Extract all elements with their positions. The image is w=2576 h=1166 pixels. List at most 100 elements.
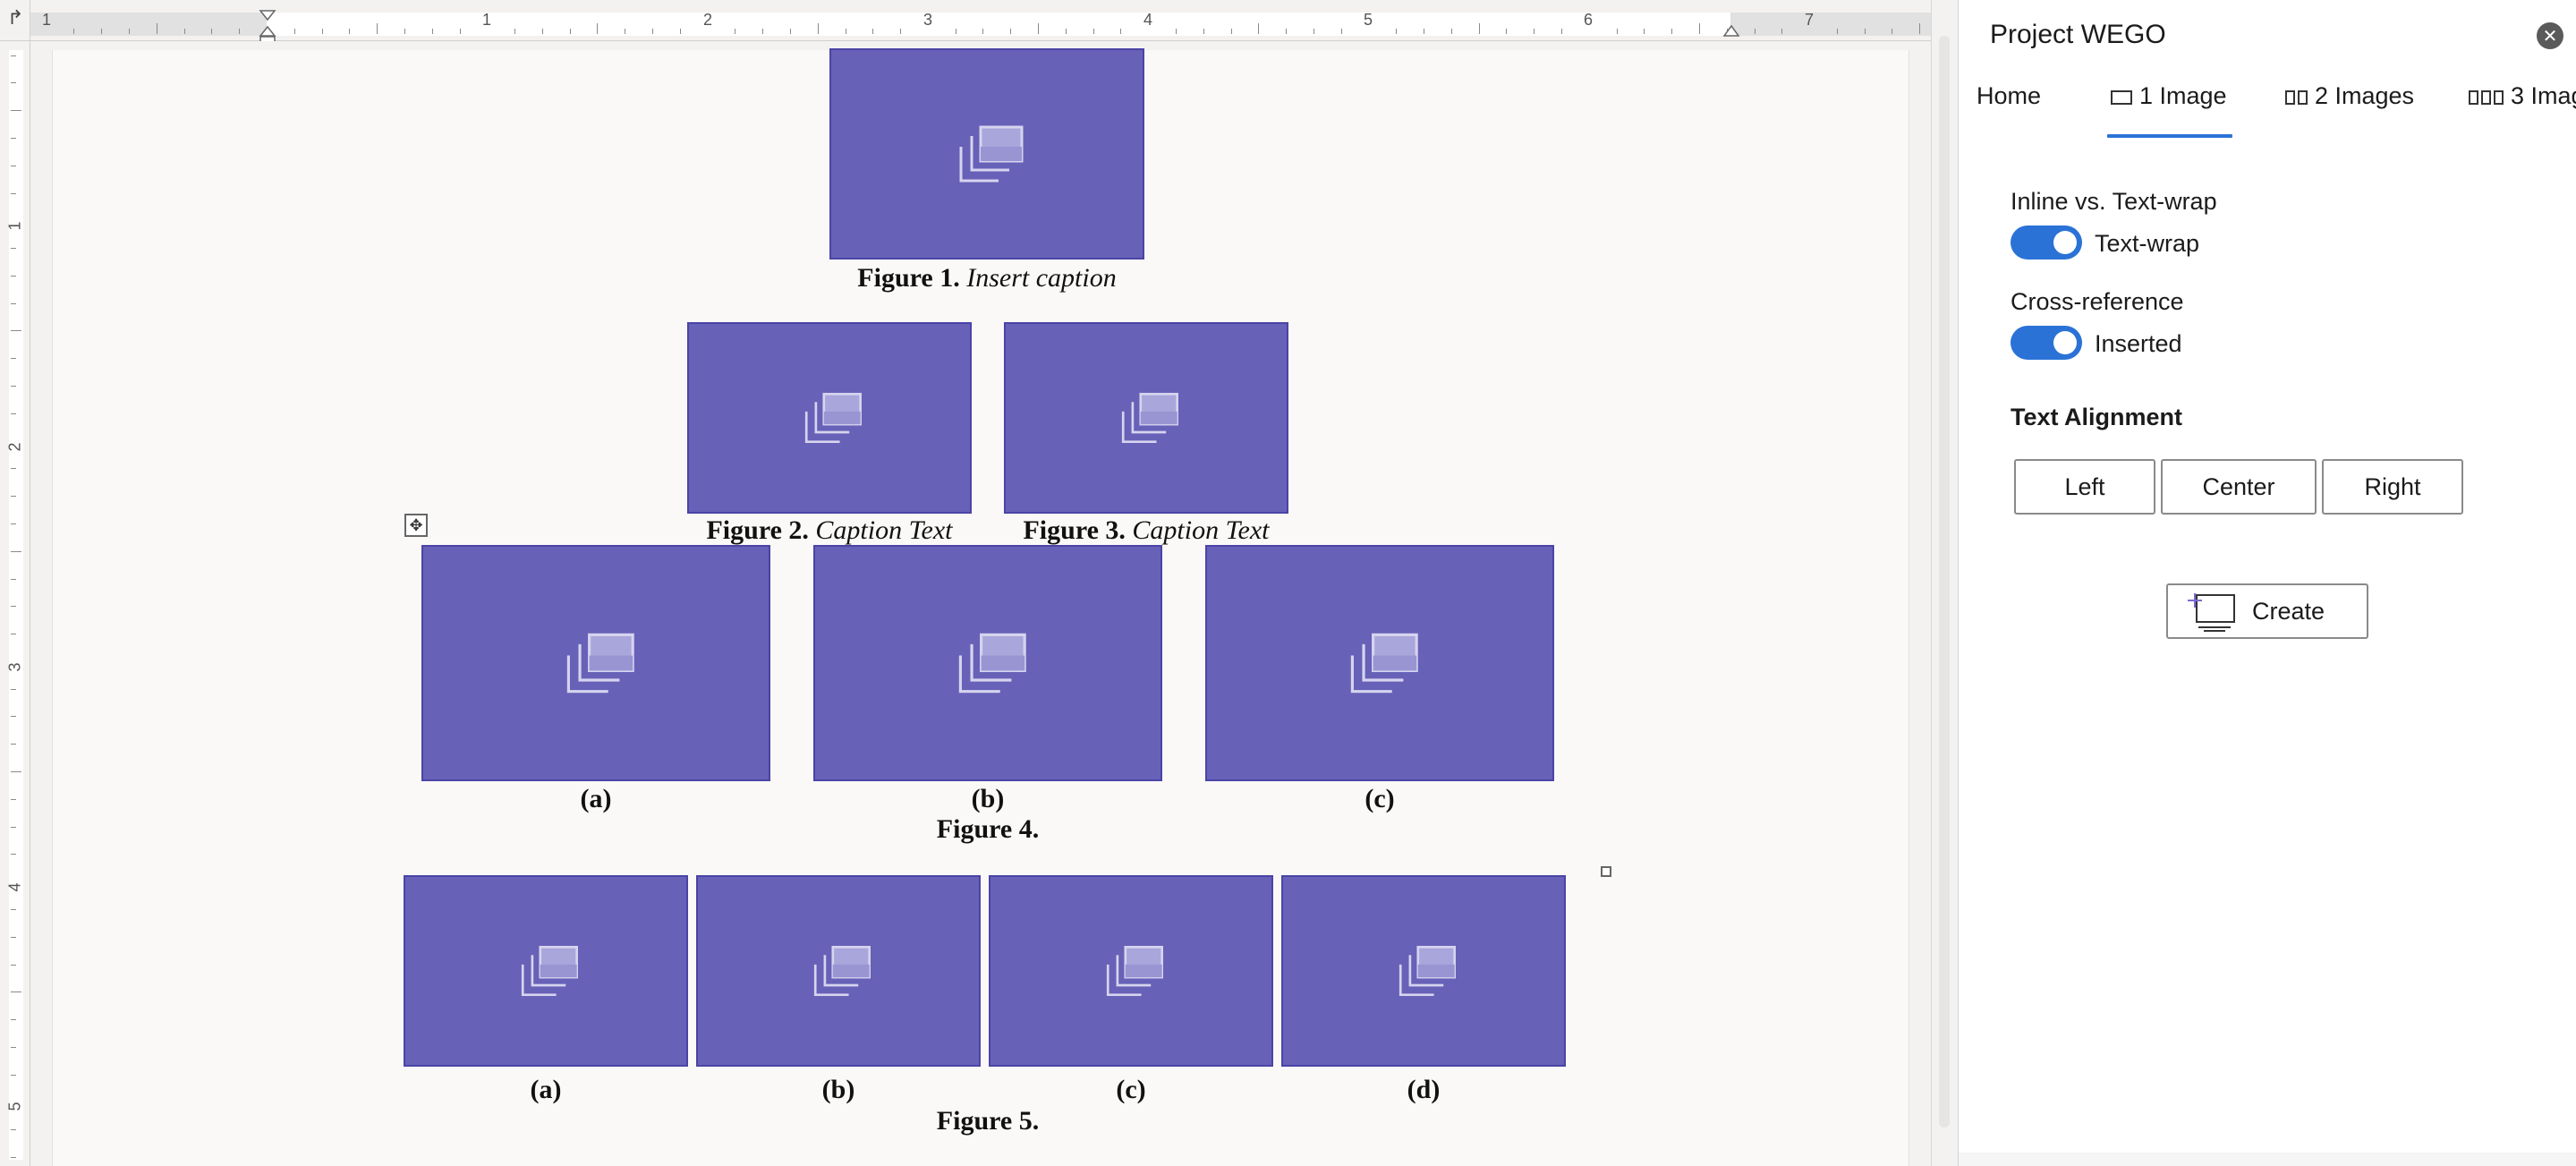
figure-1-image[interactable] <box>829 48 1144 260</box>
ruler-tick <box>1286 29 1288 34</box>
document-area[interactable]: Figure 1. Insert caption Figure 2. Capti… <box>30 41 1931 1166</box>
ruler-number: 5 <box>5 1102 24 1111</box>
ruler-tick <box>900 29 902 34</box>
subcaption-a: (a) <box>530 1075 562 1104</box>
document-page[interactable]: Figure 1. Insert caption Figure 2. Capti… <box>52 48 1909 1166</box>
ruler-tick <box>1616 29 1618 34</box>
ruler-tick <box>11 826 16 828</box>
figure-1-caption[interactable]: Figure 1. Insert caption <box>747 263 1227 294</box>
caption-text: Insert caption <box>966 263 1117 293</box>
ruler-tick <box>129 29 131 34</box>
figure-4-caption[interactable]: Figure 4. <box>854 814 1122 845</box>
subcaption-c: (c) <box>1365 784 1395 813</box>
tab-2-images[interactable]: 2 Images <box>2285 82 2414 136</box>
tab-label: Home <box>1977 82 2042 109</box>
textwrap-toggle[interactable] <box>2011 226 2082 260</box>
ruler-tick <box>11 578 16 580</box>
create-button[interactable]: Create <box>2166 583 2368 639</box>
cross-reference-toggle-label: Inserted <box>2095 330 2182 357</box>
ruler-tick <box>11 496 16 498</box>
table-resize-handle[interactable] <box>1601 866 1611 877</box>
ruler-tick <box>183 29 185 34</box>
ruler-tick <box>431 29 433 34</box>
image-stack-icon <box>1121 393 1178 443</box>
create-label: Create <box>2252 597 2325 625</box>
scrollbar-thumb[interactable] <box>1939 36 1950 1128</box>
figure-5a-image[interactable] <box>404 875 688 1067</box>
ruler-tick <box>1836 29 1838 34</box>
ruler-tick <box>11 386 16 387</box>
ruler-tick <box>1864 29 1866 34</box>
tab-1-image[interactable]: 1 Image <box>2107 82 2232 138</box>
ruler-tick <box>1038 23 1040 34</box>
ruler-tick <box>11 798 16 800</box>
single-image-icon <box>2111 90 2132 105</box>
figure-5c-image[interactable] <box>989 875 1273 1067</box>
vertical-ruler[interactable]: 1 2 3 4 5 <box>0 41 30 1166</box>
ruler-corner[interactable]: ↱ <box>0 0 30 41</box>
image-stack-icon <box>813 946 871 996</box>
ruler-tick <box>11 744 16 745</box>
tab-label: 1 Image <box>2139 82 2227 109</box>
table-move-handle-icon[interactable]: ✥ <box>404 514 428 537</box>
ruler-tick <box>321 29 323 34</box>
inline-textwrap-label: Inline vs. Text-wrap <box>2011 188 2217 215</box>
ruler-tick <box>11 55 16 56</box>
subcaption-b: (b) <box>821 1075 855 1104</box>
caption-text: Caption Text <box>815 515 953 545</box>
ruler-tick <box>982 29 984 34</box>
figure-5-caption[interactable]: Figure 5. <box>854 1106 1122 1136</box>
ruler-tick <box>1644 29 1645 34</box>
image-stack-icon <box>1350 633 1418 694</box>
align-right-button[interactable]: Right <box>2322 459 2463 515</box>
ruler-tick <box>652 29 654 34</box>
figure-5d-image[interactable] <box>1281 875 1566 1067</box>
figure-3-caption[interactable]: Figure 3. Caption Text <box>967 515 1325 546</box>
image-stack-icon <box>804 393 863 443</box>
figure-4a-image[interactable] <box>421 545 770 781</box>
ruler-tick <box>872 29 874 34</box>
ruler-tick <box>817 23 819 34</box>
tab-selector-icon[interactable]: ↱ <box>7 7 23 30</box>
figure-label: Figure 1. <box>857 263 960 293</box>
ruler-tick <box>1120 29 1122 34</box>
figure-4c-image[interactable] <box>1205 545 1554 781</box>
figure-4b-image[interactable] <box>813 545 1162 781</box>
ruler-tick <box>1450 29 1452 34</box>
ruler-tick <box>1698 23 1700 34</box>
ruler-tick <box>11 413 16 414</box>
first-line-indent-marker[interactable] <box>259 9 276 45</box>
figure-2-caption[interactable]: Figure 2. Caption Text <box>650 515 1008 546</box>
tab-home[interactable]: Home <box>1977 82 2041 136</box>
three-images-icon <box>2469 90 2504 105</box>
ruler-tick <box>11 854 16 855</box>
right-indent-marker[interactable] <box>1722 25 1740 38</box>
pane-footer <box>1959 1153 2576 1166</box>
vertical-scrollbar[interactable] <box>1931 0 1958 1166</box>
ruler-number: 1 <box>481 11 492 29</box>
textwrap-toggle-label: Text-wrap <box>2095 230 2200 257</box>
ruler-tick <box>1534 29 1535 34</box>
ruler-number: 4 <box>1143 11 1153 29</box>
figure-label: Figure 2. <box>706 515 809 545</box>
image-stack-icon <box>521 946 579 996</box>
horizontal-ruler[interactable]: 1 1 2 3 4 5 6 7 <box>30 0 1931 44</box>
ruler-tick <box>11 137 16 139</box>
figure-2-image[interactable] <box>687 322 972 514</box>
align-left-button[interactable]: Left <box>2014 459 2155 515</box>
figure-3-image[interactable] <box>1004 322 1288 514</box>
ruler-tick <box>1065 29 1067 34</box>
pane-title: Project WEGO <box>1990 20 2166 49</box>
cross-reference-toggle[interactable] <box>2011 326 2082 360</box>
tab-bar: Home 1 Image 2 Images 3 Images <box>1977 82 2576 138</box>
ruler-number: 7 <box>1804 11 1815 29</box>
figure-5b-image[interactable] <box>696 875 981 1067</box>
ruler-tick <box>1175 29 1177 34</box>
ruler-tick <box>569 29 571 34</box>
ruler-number: 3 <box>922 11 933 29</box>
tab-3-images[interactable]: 3 Images <box>2469 82 2576 136</box>
ruler-tick <box>11 82 16 84</box>
ruler-number: 6 <box>1583 11 1594 29</box>
close-icon[interactable]: ✕ <box>2537 22 2563 49</box>
align-center-button[interactable]: Center <box>2161 459 2317 515</box>
